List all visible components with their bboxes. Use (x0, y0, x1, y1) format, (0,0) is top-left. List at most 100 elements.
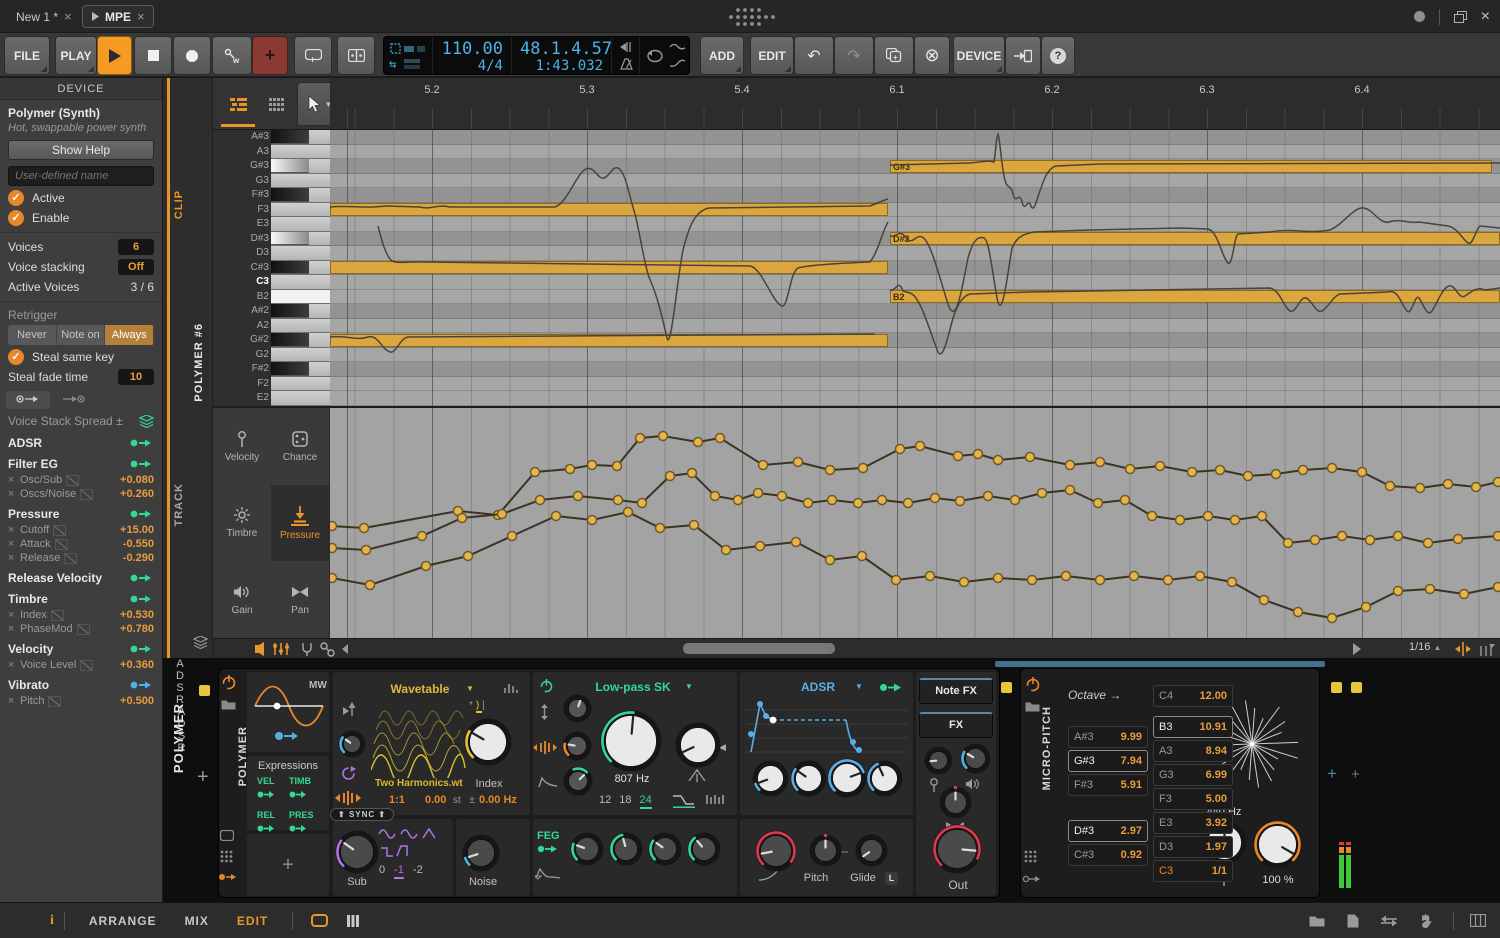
single-panel-icon[interactable] (311, 914, 328, 927)
pressure-point[interactable] (464, 552, 473, 561)
expression-tool-pressure[interactable]: Pressure (271, 485, 329, 562)
filter-shape-lp-icon[interactable] (671, 792, 697, 808)
pressure-point[interactable] (1416, 484, 1425, 493)
expression-route-vel[interactable]: VEL (257, 776, 289, 804)
wt-index-knob[interactable] (464, 718, 512, 766)
micropitch-key-C4[interactable]: C412.00 (1153, 685, 1233, 707)
mod-amount-value[interactable]: +0.530 (120, 609, 154, 621)
velocity-depth-knob[interactable] (924, 746, 953, 775)
pressure-point[interactable] (659, 432, 668, 441)
mod-curve-icon[interactable] (80, 489, 93, 500)
pressure-point[interactable] (1148, 512, 1157, 521)
pressure-point[interactable] (756, 542, 765, 551)
retrigger-option-never[interactable]: Never (8, 325, 57, 345)
pressure-point[interactable] (1311, 536, 1320, 545)
onscreen-keyboard-icon[interactable] (1470, 914, 1486, 927)
next-clip-indicator-2[interactable] (1351, 682, 1362, 693)
remove-mod-icon[interactable]: × (8, 474, 20, 486)
pressure-point[interactable] (636, 434, 645, 443)
pressure-point[interactable] (1386, 482, 1395, 491)
mp-value[interactable]: 12.00 (1199, 690, 1227, 702)
pressure-point[interactable] (826, 556, 835, 565)
piano-key-D3[interactable] (271, 246, 330, 261)
dots-grid-icon[interactable] (220, 850, 233, 863)
song-position-value[interactable]: 48.1.4.57 (520, 40, 603, 59)
mod-curve-icon[interactable] (48, 696, 61, 707)
glide-knob[interactable] (855, 834, 888, 867)
pressure-point[interactable] (624, 508, 633, 517)
feg-decay-knob[interactable] (609, 832, 643, 866)
pressure-point[interactable] (1454, 535, 1463, 544)
pressure-point[interactable] (1121, 496, 1130, 505)
note-grid[interactable]: G#3D#3B2 (330, 130, 1500, 406)
remove-mod-icon[interactable]: × (8, 552, 20, 564)
add-device-end-button-2[interactable]: + (1351, 766, 1360, 783)
remove-mod-icon[interactable]: × (8, 524, 20, 536)
next-clip-indicator-1[interactable] (1331, 682, 1342, 693)
mod-route-arrow-icon[interactable] (130, 680, 154, 690)
osc-fine-value[interactable]: 0.00 Hz (479, 794, 517, 806)
snap-toggle-icon[interactable] (1455, 642, 1471, 656)
noise-level-knob[interactable] (462, 834, 500, 872)
pressure-point[interactable] (954, 452, 963, 461)
mod-curve-icon[interactable] (53, 525, 66, 536)
stop-button[interactable] (134, 36, 172, 75)
micropitch-key-G#3[interactable]: G#37.94 (1068, 750, 1148, 772)
mod-route-arrow-icon[interactable] (130, 573, 154, 583)
project-tab-close-icon[interactable]: × (64, 9, 72, 24)
pressure-point[interactable] (1196, 572, 1205, 581)
filter-type-select[interactable]: Low-pass SK (583, 680, 683, 694)
phase-retrigger-icon[interactable] (341, 766, 356, 781)
pressure-point[interactable] (1494, 478, 1500, 487)
voice-stacking-value[interactable]: Off (118, 259, 154, 275)
micropitch-key-F3[interactable]: F35.00 (1153, 788, 1233, 810)
pressure-point[interactable] (360, 524, 369, 533)
expression-tool-velocity[interactable]: Velocity (213, 408, 271, 485)
pressure-point[interactable] (588, 516, 597, 525)
filter-power-icon[interactable] (539, 678, 554, 693)
feg-attack-knob[interactable] (570, 832, 604, 866)
mpe-tab[interactable]: MPE × (82, 5, 154, 28)
tempo-display[interactable]: 110.00 4/4 (433, 37, 512, 74)
filter-keytrack-icon[interactable] (539, 704, 550, 720)
retrigger-option-always[interactable]: Always (105, 325, 154, 345)
unison-mode-icons[interactable]: *)| (469, 700, 488, 711)
micropitch-key-A3[interactable]: A38.94 (1153, 740, 1233, 762)
pressure-point[interactable] (984, 492, 993, 501)
fx-button[interactable]: FX (919, 712, 993, 738)
adaptive-grid-icon[interactable] (1479, 642, 1495, 656)
hand-tool-icon[interactable] (1419, 914, 1432, 928)
piano-key-A#2[interactable] (271, 304, 330, 319)
level-knob[interactable] (960, 743, 991, 774)
mp-value[interactable]: 8.94 (1206, 745, 1227, 757)
layers-icon[interactable] (193, 636, 208, 649)
steal-same-key-toggle[interactable]: ✓Steal same key (8, 349, 154, 365)
feg-release-knob[interactable] (687, 832, 721, 866)
pressure-point[interactable] (896, 445, 905, 454)
pressure-point[interactable] (794, 458, 803, 467)
piano-key-F3[interactable] (271, 203, 330, 218)
pressure-point[interactable] (1366, 536, 1375, 545)
pressure-point[interactable] (362, 546, 371, 555)
close-window-icon[interactable]: × (1481, 8, 1490, 26)
device-power-icon[interactable] (221, 674, 237, 690)
feg-mod-arrow-icon[interactable] (537, 844, 559, 854)
filter-slope-24[interactable]: 24 (640, 794, 652, 809)
mod-amount-value[interactable]: +0.780 (120, 623, 154, 635)
pressure-point[interactable] (1164, 576, 1173, 585)
piano-key-F2[interactable] (271, 377, 330, 392)
keytrack-icon[interactable] (343, 702, 357, 718)
mod-route-arrow-icon[interactable] (130, 594, 154, 604)
modulator-out-icon[interactable] (218, 872, 238, 882)
add-device-button[interactable]: + (197, 766, 209, 789)
piano-key-A2[interactable] (271, 319, 330, 334)
feg-sustain-knob[interactable] (648, 832, 682, 866)
micropitch-device-label[interactable]: MICRO-PITCH (1041, 706, 1053, 790)
remove-mod-icon[interactable]: × (8, 488, 20, 500)
redo-button[interactable]: ↷ (834, 36, 874, 75)
mod-curve-icon[interactable] (66, 475, 79, 486)
mp-value[interactable]: 9.99 (1121, 731, 1142, 743)
pressure-point[interactable] (734, 496, 743, 505)
wt-blend-knob[interactable] (338, 730, 366, 758)
pressure-point[interactable] (1328, 464, 1337, 473)
